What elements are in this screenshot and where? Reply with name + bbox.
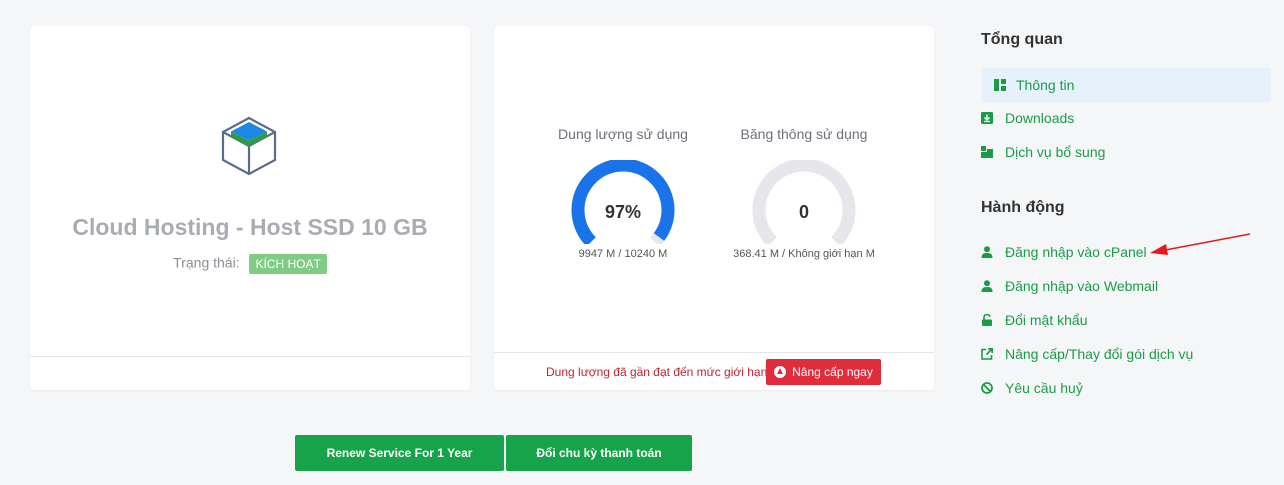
sidebar-item-label: Đăng nhập vào Webmail [1005, 278, 1159, 294]
usage-card-body: Dung lượng sử dụng 97% 9947 M / 10240 M … [494, 26, 934, 353]
bandwidth-usage-title: Băng thông sử dụng [740, 126, 868, 142]
upgrade-now-label: Nâng cấp ngay [792, 365, 873, 379]
usage-card-footer: Dung lượng đã gần đạt đến mức giới hạn N… [494, 354, 934, 390]
sidebar-item-change-password[interactable]: Đổi mật khẩu [981, 303, 1270, 337]
product-card: Cloud Hosting - Host SSD 10 GB Trạng thá… [30, 26, 470, 390]
product-card-body: Cloud Hosting - Host SSD 10 GB Trạng thá… [30, 26, 470, 357]
user-icon [981, 246, 993, 258]
bandwidth-usage-gauge: Băng thông sử dụng 0 368.41 M / Không gi… [704, 126, 904, 260]
sidebar-item-label: Downloads [1005, 110, 1075, 126]
change-billing-cycle-button[interactable]: Đổi chu kỳ thanh toán [506, 435, 692, 471]
annotation-arrow-icon [1150, 233, 1251, 255]
addons-icon [981, 146, 993, 158]
sidebar-item-webmail-login[interactable]: Đăng nhập vào Webmail [981, 269, 1270, 303]
disk-gauge-chart: 97% [571, 160, 675, 244]
disk-usage-title: Dung lượng sử dụng [558, 126, 688, 142]
bandwidth-usage-detail: 368.41 M / Không giới hạn M [733, 248, 875, 260]
usage-card: Dung lượng sử dụng 97% 9947 M / 10240 M … [494, 26, 934, 390]
bandwidth-gauge-chart: 0 [752, 160, 856, 244]
user-icon [981, 280, 993, 292]
upgrade-now-button[interactable]: Nâng cấp ngay [766, 359, 881, 385]
cube-icon [221, 116, 277, 176]
sidebar-item-info[interactable]: Thông tin [982, 68, 1271, 102]
sidebar-item-label: Đổi mật khẩu [1005, 312, 1088, 328]
sidebar-item-label: Dịch vụ bổ sung [1005, 144, 1106, 160]
sidebar-item-label: Yêu cầu huỷ [1005, 380, 1083, 396]
bandwidth-gauge-value: 0 [799, 202, 809, 222]
status-row: Trạng thái: KÍCH HOẠT [30, 254, 470, 274]
renew-service-button[interactable]: Renew Service For 1 Year [295, 435, 504, 471]
status-badge: KÍCH HOẠT [249, 254, 327, 274]
sidebar-item-downloads[interactable]: Downloads [981, 101, 1270, 135]
disk-usage-detail: 9947 M / 10240 M [578, 248, 668, 260]
status-label: Trạng thái: [173, 254, 240, 271]
ban-icon [981, 382, 993, 394]
lock-icon [982, 314, 992, 326]
external-link-icon [981, 348, 993, 360]
disk-usage-gauge: Dung lượng sử dụng 97% 9947 M / 10240 M [523, 126, 723, 260]
quota-warning-text: Dung lượng đã gần đạt đến mức giới hạn [546, 365, 768, 379]
sidebar-item-upgrade-package[interactable]: Nâng cấp/Thay đổi gói dịch vụ [981, 337, 1270, 371]
arrow-up-circle-icon [774, 366, 787, 378]
sidebar-item-addons[interactable]: Dịch vụ bổ sung [981, 135, 1270, 169]
sidebar-item-label: Nâng cấp/Thay đổi gói dịch vụ [1005, 346, 1194, 362]
sidebar-item-label: Đăng nhập vào cPanel [1005, 244, 1147, 260]
sidebar-item-label: Thông tin [1016, 77, 1075, 93]
download-icon [981, 112, 993, 124]
actions-heading: Hành động [981, 199, 1065, 216]
dashboard-icon [994, 79, 1006, 91]
overview-heading: Tổng quan [981, 31, 1063, 48]
sidebar-item-cancel-request[interactable]: Yêu cầu huỷ [981, 371, 1270, 405]
product-name: Cloud Hosting - Host SSD 10 GB [72, 214, 428, 240]
disk-gauge-value: 97% [605, 202, 641, 222]
